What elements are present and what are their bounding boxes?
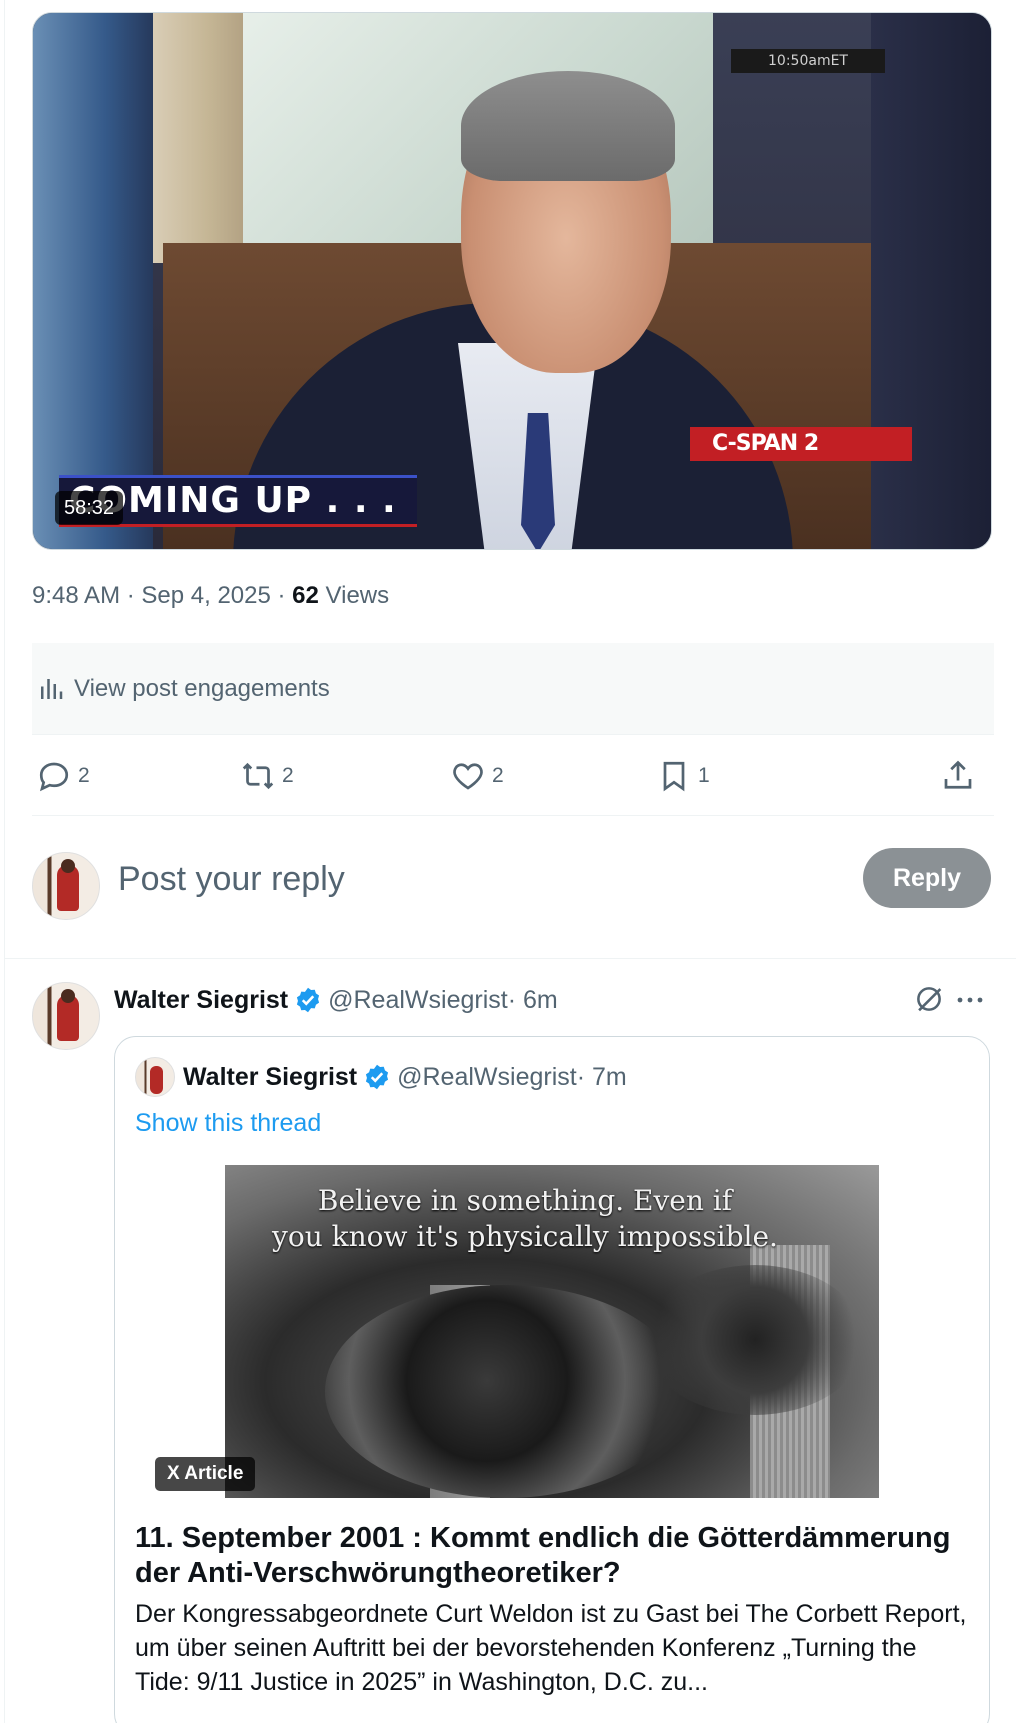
reply-action[interactable]: 2 xyxy=(36,758,90,794)
post-age[interactable]: · 6m xyxy=(508,986,558,1015)
video-duration: 58:32 xyxy=(55,491,124,525)
author-name[interactable]: Walter Siegrist xyxy=(114,986,288,1015)
post-time[interactable]: 9:48 AM xyxy=(32,582,120,609)
quoted-post[interactable]: Walter Siegrist @RealWsiegrist · 7m Show… xyxy=(114,1036,990,1723)
reply-button[interactable]: Reply xyxy=(863,848,991,908)
article-cover-image[interactable]: Believe in something. Even if you know i… xyxy=(225,1165,879,1498)
repost-count: 2 xyxy=(282,764,294,787)
article-badge: X Article xyxy=(155,1457,256,1491)
reply-icon xyxy=(39,762,69,792)
bookmark-action[interactable]: 1 xyxy=(656,758,710,794)
reply-count: 2 xyxy=(78,764,90,787)
quoted-author-name: Walter Siegrist xyxy=(183,1062,358,1091)
view-engagements-button[interactable]: View post engagements xyxy=(32,643,994,735)
grok-icon[interactable] xyxy=(912,982,946,1016)
bookmark-count: 1 xyxy=(698,764,710,787)
post-date[interactable]: Sep 4, 2025 xyxy=(141,582,270,609)
repost-action[interactable]: 2 xyxy=(240,758,294,794)
quoted-header: Walter Siegrist @RealWsiegrist · 7m xyxy=(135,1057,627,1097)
timeline-border xyxy=(4,0,5,1723)
author-handle[interactable]: @RealWsiegrist xyxy=(328,986,508,1015)
more-icon[interactable] xyxy=(952,988,988,1012)
share-action[interactable] xyxy=(940,758,982,794)
verified-badge-icon xyxy=(297,987,320,1013)
video-overlay-timestamp: 10:50amET xyxy=(731,49,885,73)
network-logo: C-SPAN 2 xyxy=(690,427,912,461)
bookmark-icon xyxy=(663,761,685,792)
author-avatar[interactable] xyxy=(32,982,100,1050)
post-header: Walter Siegrist @RealWsiegrist · 6m xyxy=(114,980,558,1020)
like-icon xyxy=(453,763,483,790)
image-caption: Believe in something. Even if you know i… xyxy=(272,1184,778,1253)
quoted-post-age: · 7m xyxy=(576,1062,627,1091)
quoted-author-handle: @RealWsiegrist xyxy=(397,1062,577,1091)
reply-input[interactable]: Post your reply xyxy=(118,860,345,899)
reply-post[interactable]: Walter Siegrist @RealWsiegrist · 6m Walt… xyxy=(32,958,994,1723)
views-label: Views xyxy=(318,582,390,609)
post-meta: 9:48 AM · Sep 4, 2025 · 62 Views xyxy=(32,582,390,609)
article-excerpt: Der Kongressabgeordnete Curt Weldon ist … xyxy=(135,1600,967,1696)
like-count: 2 xyxy=(492,764,504,787)
view-engagements-label: View post engagements xyxy=(74,674,330,702)
show-thread-link[interactable]: Show this thread xyxy=(135,1109,321,1138)
video-player[interactable]: 10:50amET C-SPAN 2 COMING UP . . . 58:32 xyxy=(32,12,992,550)
share-icon xyxy=(944,760,972,789)
action-bar: 2 2 2 1 xyxy=(32,736,994,816)
reply-composer: Post your reply Reply xyxy=(32,816,994,958)
like-action[interactable]: 2 xyxy=(450,758,504,794)
analytics-icon xyxy=(41,678,63,699)
article-title[interactable]: 11. September 2001 : Kommt endlich die G… xyxy=(135,1521,975,1591)
avatar[interactable] xyxy=(32,852,100,920)
quoted-avatar xyxy=(135,1057,175,1097)
verified-badge-icon xyxy=(366,1064,389,1090)
repost-icon xyxy=(242,762,274,790)
views-count: 62 xyxy=(292,582,319,609)
